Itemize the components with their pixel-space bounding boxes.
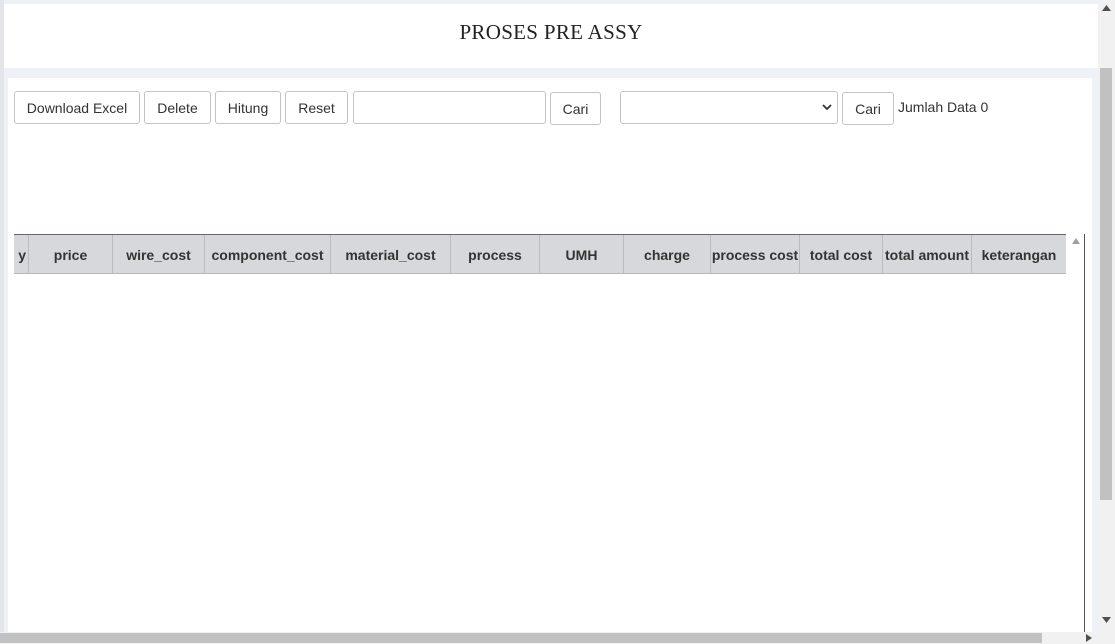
triangle-up-icon[interactable]	[1072, 238, 1080, 244]
vertical-scroll-thumb[interactable]	[1100, 68, 1112, 500]
page-header: PROSES PRE ASSY	[4, 4, 1098, 68]
column-header-process[interactable]: process	[451, 235, 540, 274]
chevron-down-icon	[822, 104, 832, 111]
column-header-material-cost[interactable]: material_cost	[331, 235, 451, 274]
column-header-component-cost[interactable]: component_cost	[205, 235, 331, 274]
column-header-price[interactable]: price	[29, 235, 113, 274]
column-header-charge[interactable]: charge	[624, 235, 711, 274]
data-table: y price wire_cost component_cost materia…	[14, 234, 1085, 638]
triangle-down-icon[interactable]	[1102, 617, 1111, 623]
reset-button[interactable]: Reset	[285, 91, 348, 124]
column-header-process-cost[interactable]: process cost	[711, 235, 800, 274]
horizontal-scroll-thumb[interactable]	[0, 633, 1042, 643]
column-header-wire-cost[interactable]: wire_cost	[113, 235, 205, 274]
toolbar: Download Excel Delete Hitung Reset Cari …	[14, 91, 1014, 125]
triangle-up-icon[interactable]	[1102, 5, 1111, 11]
delete-button[interactable]: Delete	[144, 91, 211, 124]
scrollbar-corner	[1098, 632, 1115, 644]
download-excel-button[interactable]: Download Excel	[14, 91, 140, 124]
filter-search-button[interactable]: Cari	[842, 92, 894, 125]
page-title: PROSES PRE ASSY	[459, 20, 643, 44]
triangle-right-icon[interactable]	[1086, 634, 1092, 642]
page-left-edge	[0, 0, 4, 632]
table-scrollbar[interactable]	[1068, 234, 1084, 638]
filter-select[interactable]	[620, 91, 838, 124]
table-header-row: y price wire_cost component_cost materia…	[14, 234, 1066, 274]
column-header-total-amount[interactable]: total amount	[883, 235, 972, 274]
search-button[interactable]: Cari	[550, 92, 601, 125]
hitung-button[interactable]: Hitung	[215, 91, 281, 124]
main-card: Download Excel Delete Hitung Reset Cari …	[8, 78, 1092, 638]
column-header[interactable]: y	[14, 235, 29, 274]
column-header-umh[interactable]: UMH	[540, 235, 624, 274]
search-input[interactable]	[353, 91, 546, 124]
page-vertical-scrollbar[interactable]	[1098, 0, 1115, 632]
data-count-label: Jumlah Data 0	[898, 99, 989, 115]
page-horizontal-scrollbar[interactable]	[0, 632, 1098, 644]
column-header-keterangan[interactable]: keterangan	[972, 235, 1066, 274]
column-header-total-cost[interactable]: total cost	[800, 235, 883, 274]
